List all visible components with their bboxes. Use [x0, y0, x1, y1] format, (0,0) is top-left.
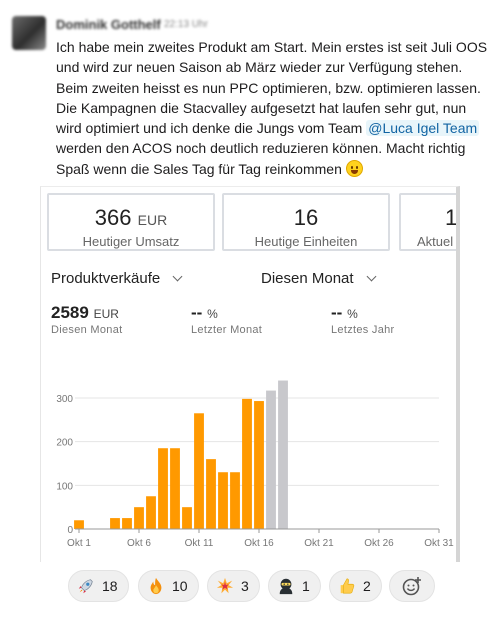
metric-value: -- — [191, 303, 203, 322]
stat-card-revenue: 366 EUR Heutiger Umsatz — [47, 193, 215, 251]
sales-bar — [194, 413, 204, 529]
chevron-down-icon — [172, 271, 183, 282]
sales-bar — [110, 518, 120, 529]
fire-icon — [150, 577, 162, 595]
x-tick-label: Okt 26 — [364, 538, 394, 549]
screenshot-attachment[interactable]: 366 EUR Heutiger Umsatz 16 Heutige Einhe… — [40, 186, 460, 562]
period-select[interactable]: Diesen Monat — [261, 270, 377, 287]
x-tick-label: Okt 21 — [304, 538, 334, 549]
author-name[interactable]: Dominik Gotthelf — [56, 17, 161, 32]
metric-value: 2589 — [51, 303, 89, 322]
user-mention[interactable]: @Luca Igel Team — [366, 120, 480, 137]
ninja-icon — [279, 578, 293, 595]
y-tick-label: 300 — [56, 394, 73, 405]
y-tick-label: 200 — [56, 438, 73, 449]
add-reaction-icon — [402, 577, 421, 596]
x-tick-label: Okt 6 — [127, 538, 151, 549]
sales-bar — [158, 448, 168, 529]
message-text-part: werden den ACOS noch deutlich reduzieren… — [56, 140, 466, 177]
reaction-collision[interactable]: 3 — [207, 570, 260, 602]
sales-bar — [170, 448, 180, 529]
x-tick-label: Okt 11 — [185, 538, 214, 549]
sales-bar — [182, 507, 192, 529]
metric-select-value: Produktverkäufe — [51, 270, 161, 287]
reaction-rocket[interactable]: 18 — [68, 570, 129, 602]
y-tick-label: 100 — [56, 481, 73, 492]
x-tick-label: Okt 31 — [424, 538, 454, 549]
sales-bar — [134, 507, 144, 529]
reaction-thumbs-up[interactable]: 2 — [329, 570, 382, 602]
reaction-count: 18 — [102, 578, 118, 594]
y-tick-label: 0 — [67, 525, 73, 536]
stat-unit: EUR — [137, 212, 168, 228]
reaction-count: 1 — [302, 578, 310, 594]
reaction-ninja[interactable]: 1 — [268, 570, 321, 602]
sales-bar — [74, 520, 84, 529]
sales-bar — [254, 401, 264, 529]
metric-last-year: -- % Letztes Jahr — [331, 303, 395, 336]
stat-value: 1 — [445, 205, 458, 230]
sales-bar — [122, 518, 132, 529]
sales-bar — [206, 459, 216, 529]
message-text: Ich habe mein zweites Produkt am Start. … — [56, 37, 488, 179]
metric-value: -- — [331, 303, 343, 322]
metric-select[interactable]: Produktverkäufe — [51, 270, 183, 287]
sales-bar — [230, 472, 240, 529]
collision-icon — [216, 577, 234, 594]
stat-value: 16 — [293, 205, 319, 230]
projected-bar — [266, 390, 276, 529]
x-tick-label: Okt 1 — [67, 538, 91, 549]
sales-bar — [218, 472, 228, 529]
metric-last-month: -- % Letzter Monat — [191, 303, 262, 336]
sales-bar — [146, 496, 156, 529]
metric-unit: % — [207, 307, 218, 321]
period-select-value: Diesen Monat — [261, 270, 354, 287]
stat-label: Heutiger Umsatz — [82, 234, 180, 249]
avatar[interactable] — [12, 16, 46, 50]
metric-unit: % — [347, 307, 358, 321]
metric-label: Letzter Monat — [191, 324, 263, 336]
stat-label: Heutige Einheiten — [254, 234, 358, 249]
chevron-down-icon — [366, 271, 377, 282]
metric-label: Letztes Jahr — [331, 324, 395, 336]
metric-unit: EUR — [93, 307, 119, 321]
x-tick-label: Okt 16 — [244, 538, 274, 549]
sales-bar — [242, 398, 252, 529]
sales-bar-chart: 0 100 200 300 Okt 1 Okt 6 Okt 11 Okt 16 Okt 21 Ok… — [56, 380, 454, 549]
stat-card-current: 1 Aktuel — [399, 193, 458, 251]
thumbs-up-icon — [340, 578, 355, 594]
reaction-fire[interactable]: 10 — [138, 570, 199, 602]
projected-bar — [278, 380, 288, 529]
add-reaction-button[interactable] — [389, 570, 435, 602]
stat-label: Aktuel — [417, 234, 454, 249]
stat-card-units: 16 Heutige Einheiten — [222, 193, 390, 251]
metric-label: Diesen Monat — [51, 324, 123, 336]
reaction-count: 2 — [363, 578, 371, 594]
stat-value: 366 — [94, 205, 132, 230]
reaction-count: 10 — [172, 578, 188, 594]
grinning-face-emoji-icon — [345, 159, 363, 177]
metric-this-month: 2589 EUR Diesen Monat — [51, 303, 122, 336]
rocket-icon — [78, 579, 93, 594]
reaction-count: 3 — [241, 578, 249, 594]
message-timestamp[interactable]: 22:13 Uhr — [164, 19, 208, 30]
